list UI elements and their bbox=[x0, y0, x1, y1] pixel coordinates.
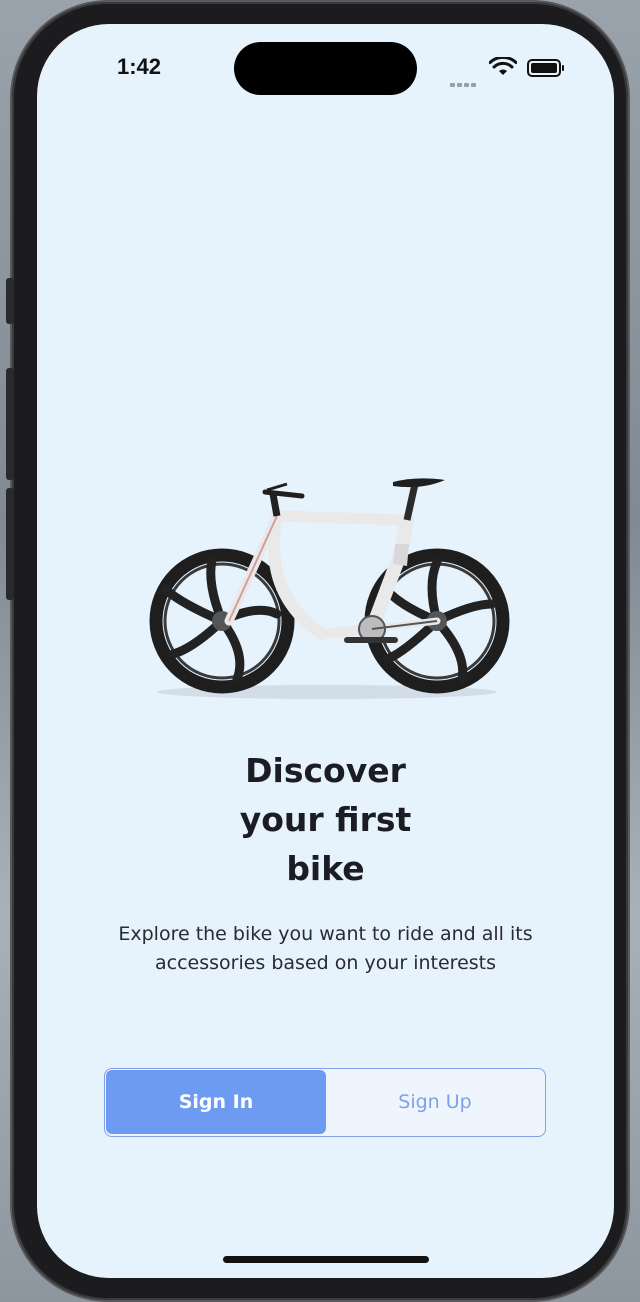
home-indicator[interactable] bbox=[223, 1256, 429, 1263]
bike-icon bbox=[149, 478, 510, 699]
app-screen: 1:42 Discover your first bike Explore th… bbox=[37, 24, 614, 1278]
page-title: Discover your first bike bbox=[37, 746, 614, 893]
dynamic-island bbox=[234, 42, 417, 95]
wifi-icon bbox=[489, 57, 517, 75]
title-line-2: your first bbox=[239, 800, 412, 839]
status-time: 1:42 bbox=[117, 54, 162, 79]
title-line-1: Discover bbox=[245, 751, 406, 790]
volume-up-button[interactable] bbox=[6, 368, 14, 480]
battery-icon bbox=[527, 59, 564, 77]
description-text: Explore the bike you want to ride and al… bbox=[118, 923, 533, 974]
cellular-signal-icon bbox=[450, 72, 478, 91]
action-button[interactable] bbox=[6, 278, 14, 324]
title-line-3: bike bbox=[286, 849, 365, 888]
volume-down-button[interactable] bbox=[6, 488, 14, 600]
auth-segmented-control: Sign In Sign Up bbox=[104, 1068, 546, 1137]
sign-in-button[interactable]: Sign In bbox=[106, 1070, 326, 1134]
sign-up-button[interactable]: Sign Up bbox=[326, 1070, 544, 1134]
